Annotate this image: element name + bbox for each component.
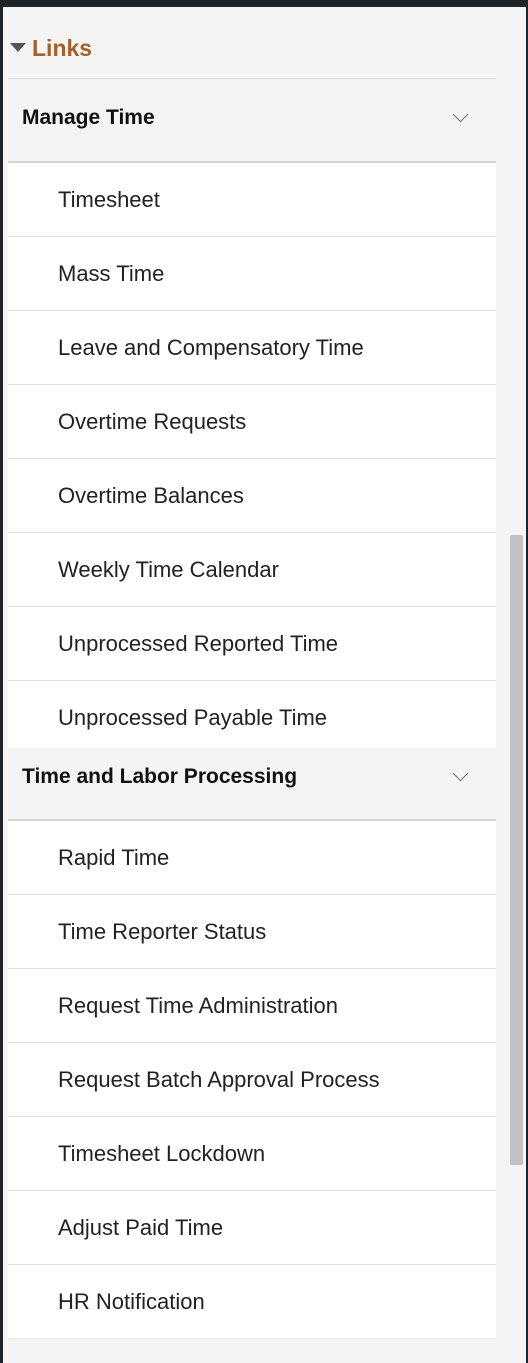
top-frame-edge — [0, 0, 528, 7]
section-header-time-and-labor-processing[interactable]: Time and Labor Processing — [8, 748, 496, 821]
chevron-down-icon[interactable] — [452, 765, 469, 782]
link-item-unprocessed-payable-time[interactable]: Unprocessed Payable Time — [8, 681, 496, 755]
link-item-timesheet-lockdown[interactable]: Timesheet Lockdown — [8, 1117, 496, 1191]
chevron-down-icon[interactable] — [452, 106, 469, 123]
vertical-scrollbar-thumb[interactable] — [510, 535, 523, 1165]
links-panel: Links Manage Time Timesheet Mass Time Le… — [3, 7, 526, 1363]
section-title: Time and Labor Processing — [22, 765, 298, 788]
link-item-overtime-requests[interactable]: Overtime Requests — [8, 385, 496, 459]
link-item-weekly-time-calendar[interactable]: Weekly Time Calendar — [8, 533, 496, 607]
section-header-manage-time[interactable]: Manage Time — [8, 89, 496, 163]
link-item-rapid-time[interactable]: Rapid Time — [8, 821, 496, 895]
section-items-time-and-labor-processing: Rapid Time Time Reporter Status Request … — [8, 821, 496, 1339]
link-item-leave-and-compensatory-time[interactable]: Leave and Compensatory Time — [8, 311, 496, 385]
links-panel-toggle[interactable]: Links — [8, 31, 496, 79]
link-item-mass-time[interactable]: Mass Time — [8, 237, 496, 311]
link-item-overtime-balances[interactable]: Overtime Balances — [8, 459, 496, 533]
links-panel-title: Links — [32, 35, 93, 61]
section-items-manage-time: Timesheet Mass Time Leave and Compensato… — [8, 163, 496, 755]
link-item-timesheet[interactable]: Timesheet — [8, 163, 496, 237]
link-item-time-reporter-status[interactable]: Time Reporter Status — [8, 895, 496, 969]
link-item-unprocessed-reported-time[interactable]: Unprocessed Reported Time — [8, 607, 496, 681]
caret-down-icon — [10, 43, 26, 52]
link-item-request-time-administration[interactable]: Request Time Administration — [8, 969, 496, 1043]
link-item-adjust-paid-time[interactable]: Adjust Paid Time — [8, 1191, 496, 1265]
link-item-hr-notification[interactable]: HR Notification — [8, 1265, 496, 1339]
link-item-request-batch-approval-process[interactable]: Request Batch Approval Process — [8, 1043, 496, 1117]
section-title: Manage Time — [22, 106, 155, 129]
